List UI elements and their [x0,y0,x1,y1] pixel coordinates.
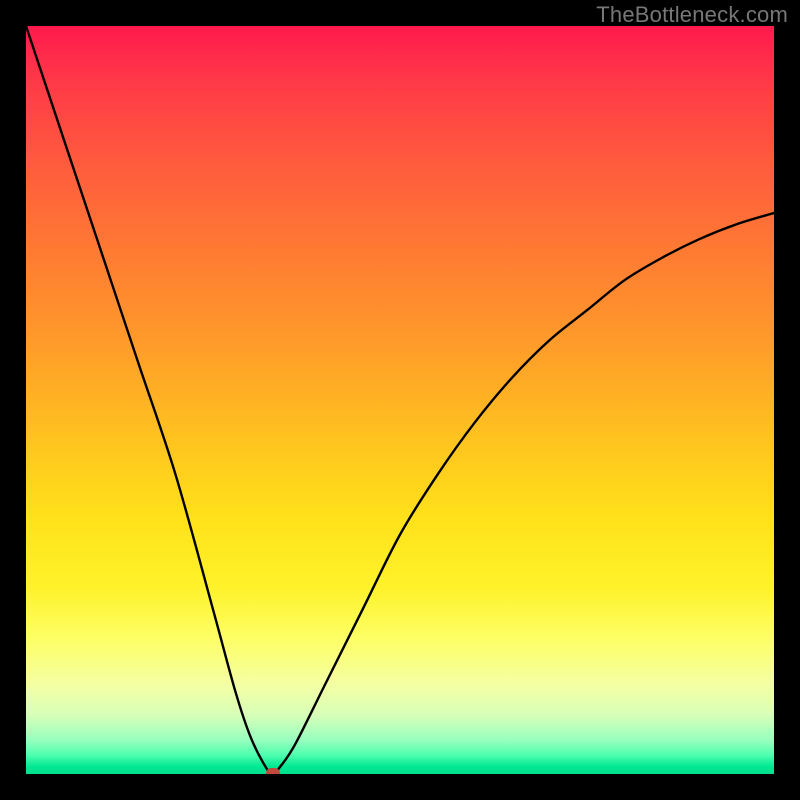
minimum-marker [266,768,280,774]
watermark-text: TheBottleneck.com [596,2,788,28]
plot-area [26,26,774,774]
chart-frame: TheBottleneck.com [0,0,800,800]
bottleneck-curve [26,26,774,774]
